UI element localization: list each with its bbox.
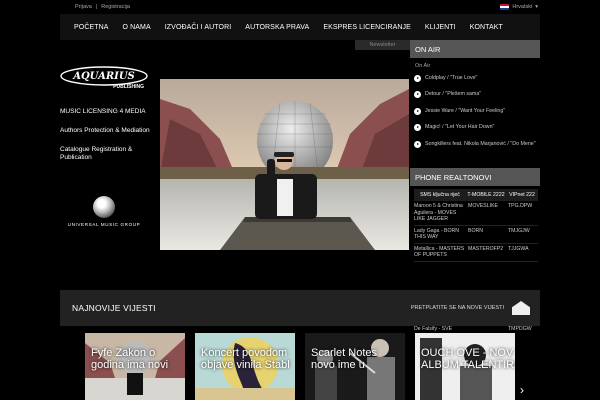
register-link[interactable]: Registracija — [101, 4, 130, 10]
on-air-header: ON AIR — [410, 40, 540, 58]
page: Prijava | Registracija Hrvatski ▾ POČETN… — [0, 0, 600, 400]
caret-down-icon: ▾ — [535, 4, 538, 10]
news-thumb[interactable]: OUCH OVE - NOVALBUM TALENTIRAN — [415, 333, 515, 400]
table-row[interactable]: Lady Gaga - BORN THIS WAY BORN TMJGJW — [414, 226, 538, 244]
hero-image[interactable] — [160, 79, 409, 250]
table-row[interactable]: Metallica - MASTERS OF PUPPETS MASTEROFP… — [414, 244, 538, 262]
nav-item-pocetna[interactable]: POČETNA — [60, 24, 116, 31]
on-air-label: On Air — [415, 63, 431, 69]
play-icon[interactable] — [414, 108, 421, 115]
left-menu-item-licensing[interactable]: MUSIC LICENSING 4 MEDIA — [60, 108, 156, 116]
nav-item-autorska-prava[interactable]: AUTORSKA PRAVA — [238, 24, 316, 31]
logo-text: AQUARIUS — [72, 71, 135, 82]
news-thumb[interactable]: Koncert povodom objave vinila Stabl — [195, 333, 295, 400]
language-label: Hrvatski — [512, 4, 533, 10]
ringtones-header: PHONE REALTONOVI — [410, 168, 540, 186]
language-selector[interactable]: Hrvatski ▾ — [500, 4, 538, 10]
left-menu-item-catalogue[interactable]: Catalogue Registration & Publication — [60, 146, 156, 162]
play-icon[interactable] — [414, 124, 421, 131]
left-menu: MUSIC LICENSING 4 MEDIA Authors Protecti… — [60, 108, 156, 174]
play-icon[interactable] — [414, 141, 421, 148]
login-link[interactable]: Prijava — [75, 4, 92, 10]
next-arrow-icon[interactable]: › — [520, 383, 524, 397]
song-item[interactable]: Songkillers feat. Nikola Marjanović / "D… — [414, 141, 536, 148]
croatia-flag-icon — [500, 4, 510, 10]
nav-item-ekspres[interactable]: EKSPRES LICENCIRANJE — [316, 24, 418, 31]
nav-item-o-nama[interactable]: O NAMA — [116, 24, 158, 31]
table-row[interactable]: De Falsify - SVE TMPDGW — [414, 326, 538, 332]
left-menu-item-protection[interactable]: Authors Protection & Mediation — [60, 127, 156, 135]
envelope-icon[interactable] — [512, 301, 530, 315]
news-thumb[interactable]: Fyfe Zakon o godina ima novi — [85, 333, 185, 400]
news-caption: Fyfe Zakon o godina ima novi — [91, 347, 169, 372]
news-caption: Koncert povodom objave vinila Stabl — [201, 347, 290, 372]
universal-text: UNIVERSAL MUSIC GROUP — [67, 222, 141, 227]
news-title: NAJNOVIJE VIJESTI — [72, 303, 156, 313]
subscribe-link[interactable]: PRETPLATITE SE NA NOVE VIJESTI — [411, 305, 504, 311]
play-icon[interactable] — [414, 91, 421, 98]
ringtone-table-header: SMS ključna riječ T-MOBILE 2222 VIPnet 2… — [414, 189, 538, 201]
top-bar: Prijava | Registracija Hrvatski ▾ — [60, 0, 540, 14]
news-caption: OUCH OVE - NOVALBUM TALENTIRAN — [421, 347, 515, 372]
universal-logo[interactable]: UNIVERSAL MUSIC GROUP — [60, 196, 148, 232]
newsletter-tab[interactable]: Newsletter — [355, 40, 410, 50]
song-item[interactable]: Jessie Ware / "Want Your Feeling" — [414, 108, 536, 115]
song-item[interactable]: Detour / "Plešem sama" — [414, 91, 536, 98]
news-caption: Scarlet Notes novo ime u — [311, 347, 378, 372]
table-row[interactable]: Maroon 5 & Christina Aguilera - MOVES LI… — [414, 201, 538, 226]
logo-sub: PUBLISHING — [113, 84, 144, 90]
song-item[interactable]: Magic! / "Let Your Hair Down" — [414, 124, 536, 131]
nav-item-izvodaci[interactable]: IZVOĐAČI I AUTORI — [158, 24, 239, 31]
ringtone-table: SMS ključna riječ T-MOBILE 2222 VIPnet 2… — [414, 189, 538, 262]
nav-item-klijenti[interactable]: KLIJENTI — [418, 24, 463, 31]
song-item[interactable]: Coldplay / "True Love" — [414, 75, 536, 82]
account-links: Prijava | Registracija — [75, 4, 130, 10]
news-band: NAJNOVIJE VIJESTI PRETPLATITE SE NA NOVE… — [60, 290, 540, 326]
globe-icon — [93, 196, 115, 218]
nav-item-kontakt[interactable]: KONTAKT — [463, 24, 510, 31]
play-icon[interactable] — [414, 75, 421, 82]
news-thumb[interactable]: Scarlet Notes novo ime u — [305, 333, 405, 400]
aquarius-logo[interactable]: AQUARIUS PUBLISHING — [60, 66, 148, 90]
main-nav: POČETNA O NAMA IZVOĐAČI I AUTORI AUTORSK… — [60, 14, 540, 40]
